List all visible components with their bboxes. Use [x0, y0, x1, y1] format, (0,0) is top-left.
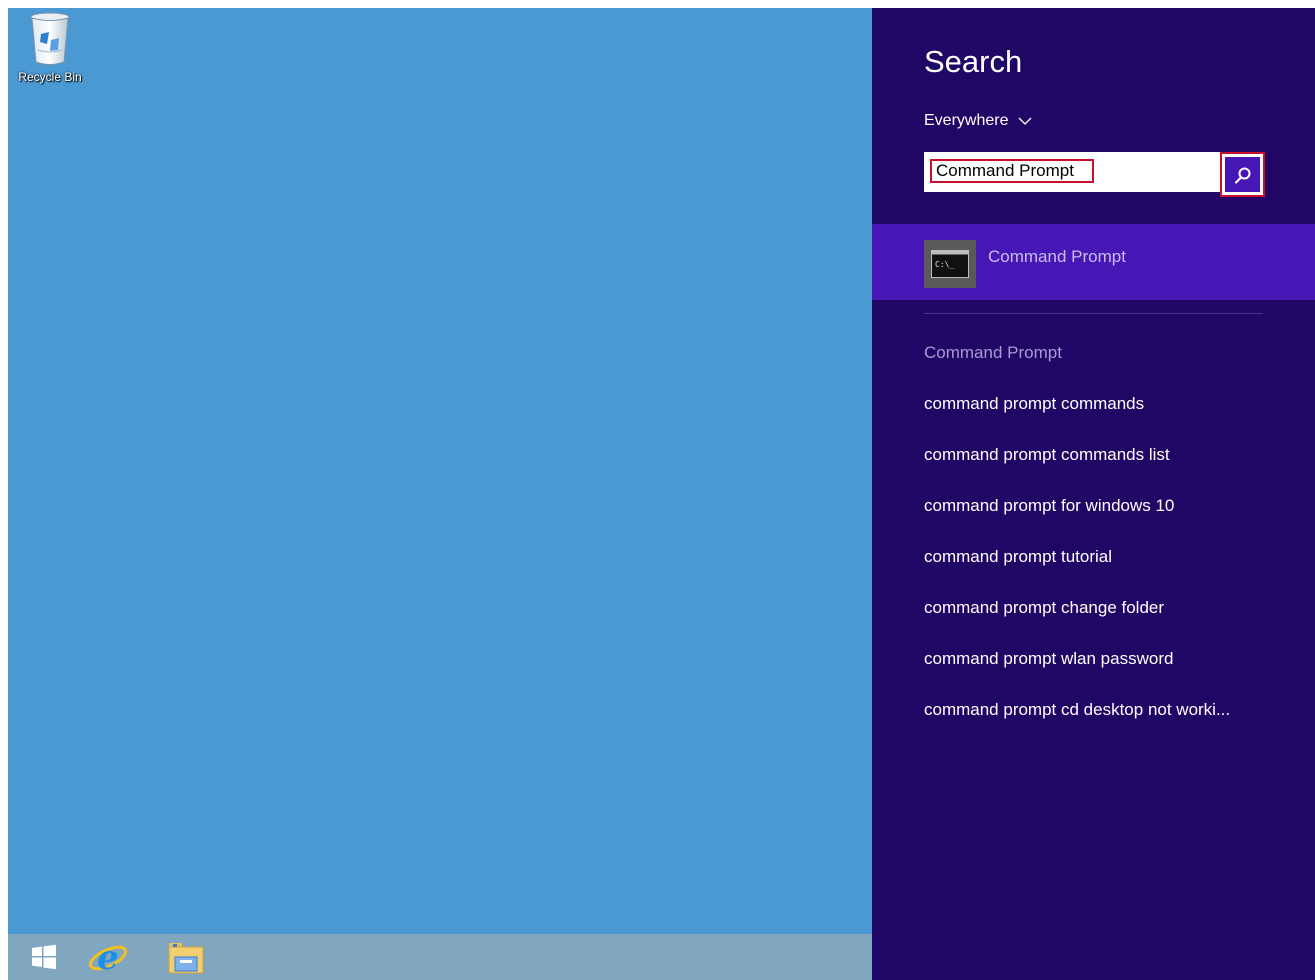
- suggestion-item[interactable]: command prompt wlan password: [924, 649, 1230, 700]
- desktop-icon-recycle-bin[interactable]: Recycle Bin: [10, 10, 90, 84]
- charm-title: Search: [924, 44, 1023, 79]
- command-prompt-icon: C:\_: [924, 240, 976, 288]
- screen: Recycle Bin e Search Everywhere Command …: [8, 8, 1315, 980]
- start-button[interactable]: [14, 934, 74, 980]
- search-input[interactable]: [930, 159, 1094, 183]
- suggestion-item[interactable]: command prompt commands: [924, 394, 1230, 445]
- search-scope-label: Everywhere: [924, 112, 1009, 129]
- command-prompt-icon-text: C:\_: [935, 260, 954, 269]
- search-scope-dropdown[interactable]: Everywhere: [924, 112, 1032, 130]
- suggestion-item[interactable]: command prompt cd desktop not worki...: [924, 700, 1230, 751]
- search-result-app[interactable]: C:\_ Command Prompt: [872, 224, 1315, 300]
- search-button-face: [1225, 157, 1260, 192]
- file-explorer-button[interactable]: [156, 934, 216, 980]
- chevron-down-icon: [1019, 117, 1032, 125]
- suggestions-header[interactable]: Command Prompt: [924, 343, 1062, 363]
- search-button[interactable]: [1220, 152, 1265, 197]
- taskbar: e: [8, 934, 872, 980]
- internet-explorer-icon: e: [88, 938, 128, 976]
- suggestion-item[interactable]: command prompt change folder: [924, 598, 1230, 649]
- file-explorer-icon: [168, 943, 204, 974]
- suggestions-list: command prompt commands command prompt c…: [924, 394, 1230, 751]
- desktop: Recycle Bin e: [8, 8, 872, 980]
- results-divider: [924, 313, 1263, 314]
- suggestion-item[interactable]: command prompt for windows 10: [924, 496, 1230, 547]
- windows-logo-icon: [32, 944, 56, 970]
- search-charm: Search Everywhere Command Prompt C:\_ Co…: [872, 8, 1315, 980]
- recycle-bin-label: Recycle Bin: [18, 70, 82, 84]
- recycle-bin-icon: [30, 12, 70, 65]
- svg-text:e: e: [97, 938, 119, 976]
- command-prompt-window-graphic: C:\_: [931, 250, 969, 278]
- suggestion-item[interactable]: command prompt commands list: [924, 445, 1230, 496]
- suggestion-item[interactable]: command prompt tutorial: [924, 547, 1230, 598]
- search-icon: [1234, 167, 1250, 184]
- internet-explorer-button[interactable]: e: [78, 934, 138, 980]
- search-result-app-label: Command Prompt: [988, 247, 1126, 266]
- search-box: [924, 152, 1265, 197]
